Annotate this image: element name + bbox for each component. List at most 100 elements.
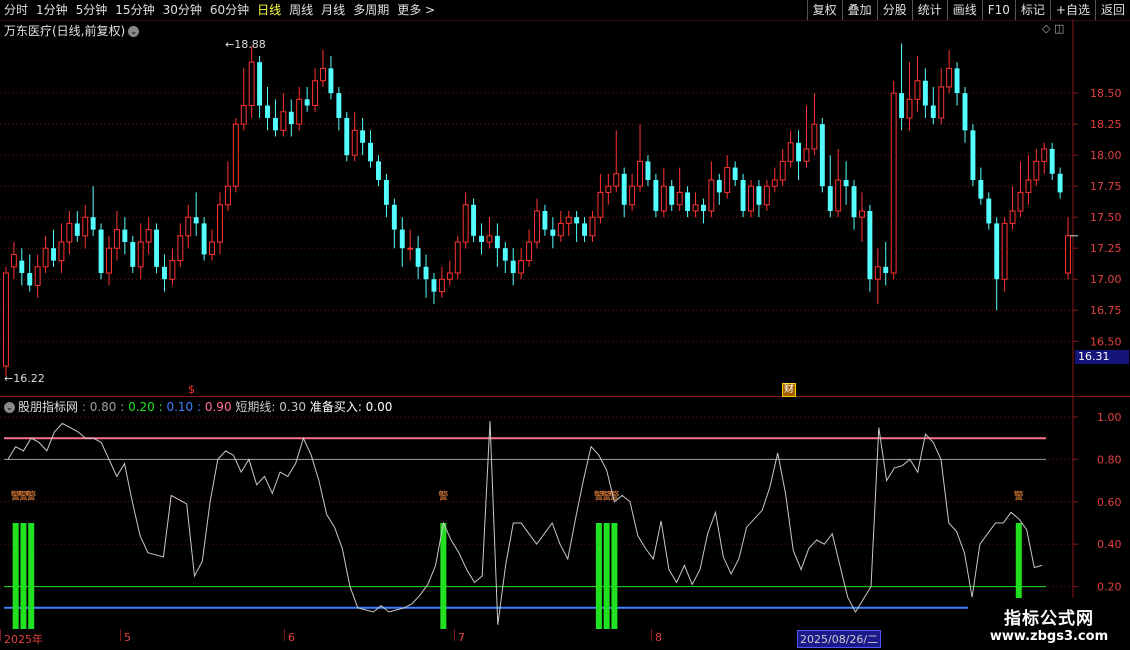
period-tab[interactable]: 5分钟 bbox=[72, 0, 112, 20]
period-tab[interactable]: 1分钟 bbox=[32, 0, 72, 20]
candle-body bbox=[565, 216, 572, 224]
date-tick-line bbox=[120, 629, 121, 641]
short-line-value: 短期线: 0.30 bbox=[235, 400, 306, 414]
candle-body bbox=[534, 210, 540, 243]
candle-body bbox=[312, 80, 319, 107]
toolbar-button[interactable]: 标记 bbox=[1014, 0, 1050, 20]
toolbar-button[interactable]: +自选 bbox=[1049, 0, 1095, 20]
candle-body bbox=[899, 93, 905, 118]
candle-body bbox=[771, 179, 778, 187]
candle-body bbox=[954, 68, 960, 94]
candle-body bbox=[431, 279, 437, 292]
candle-body bbox=[34, 266, 41, 286]
candle-body bbox=[986, 198, 992, 224]
candle-body bbox=[407, 247, 414, 250]
candle-body bbox=[10, 253, 17, 268]
candle-body bbox=[867, 211, 873, 280]
candle-body bbox=[763, 185, 770, 206]
price-axis-label: 18.00 bbox=[1090, 149, 1122, 162]
toolbar-buttons: 复权 叠加 分股 统计 画线 F10 标记 +自选 返回 bbox=[806, 0, 1130, 20]
indicator-chart[interactable]: 1.000.800.600.400.20警警警警警警警警 bbox=[0, 397, 1130, 629]
candle-body bbox=[296, 98, 303, 125]
toolbar-button[interactable]: 画线 bbox=[946, 0, 982, 20]
candle-body bbox=[676, 191, 683, 206]
period-tab[interactable]: 更多 > bbox=[393, 0, 439, 20]
period-tab[interactable]: 分时 bbox=[0, 0, 32, 20]
candle-body bbox=[1009, 210, 1016, 224]
candle-body bbox=[154, 229, 160, 267]
chevron-down-icon[interactable]: ⌄ bbox=[4, 402, 15, 413]
buy-signal-label: 警 bbox=[26, 490, 36, 503]
candle-body bbox=[280, 111, 287, 131]
period-tab[interactable]: 周线 bbox=[285, 0, 317, 20]
diamond-icon[interactable]: ◇ bbox=[1042, 22, 1050, 35]
candle-body bbox=[874, 266, 881, 280]
panel-toggle-icon[interactable]: ◫ bbox=[1054, 22, 1064, 35]
candle-body bbox=[257, 62, 263, 106]
period-tab[interactable]: 多周期 bbox=[349, 0, 393, 20]
candle-body bbox=[550, 229, 556, 236]
period-tab[interactable]: 月线 bbox=[317, 0, 349, 20]
indicator-legend: ⌄ 股朋指标网 : 0.80 : 0.20 : 0.10 : 0.90 短期线: … bbox=[4, 398, 392, 415]
candle-body bbox=[724, 167, 731, 193]
candle-body bbox=[700, 204, 706, 211]
indicator-level-value: 0.80 : bbox=[89, 400, 129, 414]
period-tab[interactable]: 60分钟 bbox=[206, 0, 253, 20]
toolbar-button[interactable]: 返回 bbox=[1094, 0, 1130, 20]
candle-body bbox=[19, 260, 25, 274]
chevron-down-icon[interactable]: ⌄ bbox=[128, 26, 140, 37]
candle-body bbox=[851, 186, 857, 218]
candle-body bbox=[502, 248, 508, 261]
candle-body bbox=[351, 129, 358, 156]
candle-body bbox=[3, 272, 9, 367]
buy-signal-bar bbox=[20, 523, 27, 629]
candle-body bbox=[58, 241, 65, 262]
price-chart[interactable]: 18.50 18.25 18.00 17.75 17.50 17.25 17.00 16.75… bbox=[0, 20, 1130, 397]
candle-body bbox=[1041, 148, 1048, 162]
candle-body bbox=[240, 105, 247, 125]
candle-body bbox=[510, 260, 516, 274]
price-axis-label: 17.50 bbox=[1090, 211, 1122, 224]
candle-body bbox=[796, 142, 802, 162]
finance-badge[interactable]: 财 bbox=[782, 383, 796, 397]
candle-body bbox=[756, 186, 762, 205]
candle-body bbox=[376, 161, 381, 180]
indicator-axis-label: 0.80 bbox=[1097, 453, 1122, 466]
period-tab[interactable]: 15分钟 bbox=[111, 0, 158, 20]
toolbar-button[interactable]: F10 bbox=[981, 0, 1015, 20]
low-price-label: ←16.22 bbox=[4, 372, 45, 385]
candle-body bbox=[479, 235, 484, 243]
toolbar-button[interactable]: 统计 bbox=[911, 0, 947, 20]
candle-body bbox=[613, 173, 620, 187]
buy-signal-bar bbox=[28, 523, 35, 629]
candle-body bbox=[883, 266, 889, 274]
candle-body bbox=[557, 222, 564, 237]
candle-body bbox=[582, 223, 588, 236]
candle-body bbox=[122, 229, 128, 243]
toolbar-button[interactable]: 复权 bbox=[806, 0, 842, 20]
indicator-level-value: 0.20 : bbox=[128, 400, 167, 414]
candle-body bbox=[669, 186, 675, 205]
toolbar-button[interactable]: 分股 bbox=[876, 0, 912, 20]
buy-signal-label: 警 bbox=[1014, 490, 1024, 503]
price-axis-label: 18.25 bbox=[1090, 118, 1122, 131]
watermark: 指标公式网 www.zbgs3.com bbox=[968, 598, 1130, 650]
dollar-marker[interactable]: $ bbox=[188, 383, 195, 396]
candle-body bbox=[685, 192, 691, 211]
current-price-tag: 16.31 bbox=[1075, 350, 1129, 364]
period-tab[interactable]: 30分钟 bbox=[159, 0, 206, 20]
indicator-values: 0.80 : 0.20 : 0.10 : 0.90 bbox=[90, 400, 232, 414]
date-tick-line bbox=[454, 629, 455, 641]
candle-body bbox=[946, 67, 953, 88]
candle-body bbox=[629, 185, 636, 206]
date-tick-label: 5 bbox=[124, 631, 131, 644]
candle-body bbox=[1025, 179, 1032, 193]
top-toolbar: 分时 1分钟 5分钟 15分钟 30分钟 60分钟 日线 周线 月线 多周期 更多 > 复权 叠加 分股… bbox=[0, 0, 1130, 21]
candle-body bbox=[74, 223, 80, 236]
period-tab[interactable]: 日线 bbox=[253, 0, 285, 20]
candle-body bbox=[994, 223, 1000, 280]
candle-body bbox=[113, 229, 120, 249]
candle-body bbox=[90, 217, 96, 230]
candle-body bbox=[574, 217, 580, 224]
toolbar-button[interactable]: 叠加 bbox=[841, 0, 877, 20]
